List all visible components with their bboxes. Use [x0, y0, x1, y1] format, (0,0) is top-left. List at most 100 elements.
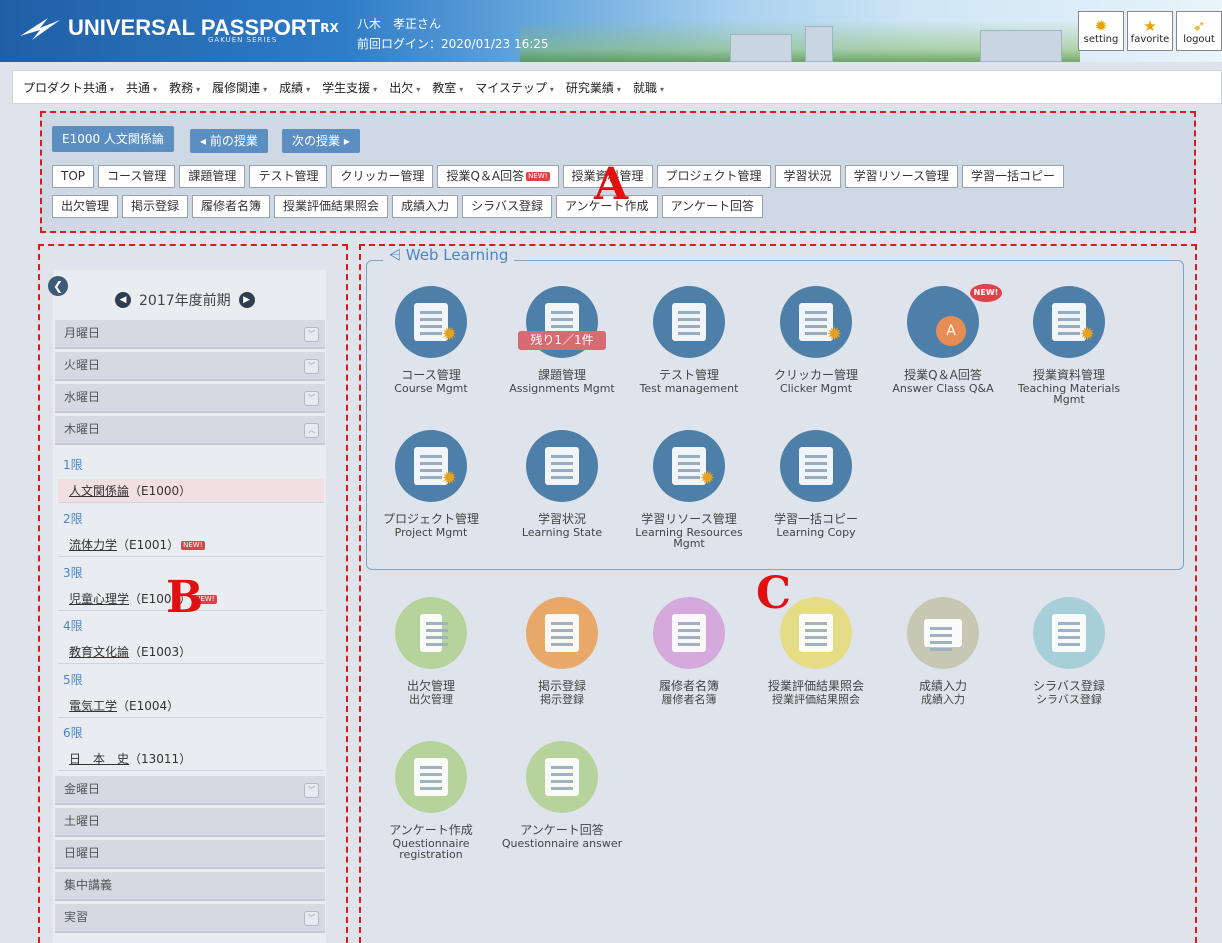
course-item[interactable]: 電気工学（E1004） — [58, 694, 324, 718]
period-3: 3限 — [63, 566, 83, 580]
menu-registration[interactable]: 履修関連 ▾ — [212, 79, 267, 96]
menu-research[interactable]: 研究業績 ▾ — [566, 79, 621, 96]
current-course-button[interactable]: E1000 人文関係論 — [52, 126, 174, 152]
tab-qa-answer[interactable]: 授業Q＆A回答 NEW! — [437, 165, 559, 188]
survey-answer-icon — [526, 741, 598, 813]
course-item[interactable]: 流体力学（E1001） NEW! — [58, 533, 324, 557]
tile-learning-copy[interactable]: 学習一括コピー Learning Copy — [751, 430, 881, 538]
course-item[interactable]: 日 本 史（13011） — [58, 747, 324, 771]
menu-product-common[interactable]: プロダクト共通 ▾ — [23, 79, 114, 96]
prev-term-icon[interactable]: ◀ — [115, 292, 131, 308]
day-sunday[interactable]: 日曜日 — [55, 840, 325, 869]
tab-roster[interactable]: 履修者名簿 — [192, 195, 271, 218]
course-link[interactable]: 教育文化論 — [69, 645, 129, 659]
course-item[interactable]: 教育文化論（E1003） — [58, 640, 324, 664]
period-5: 5限 — [63, 673, 83, 687]
caret-down-icon: ▾ — [616, 84, 621, 94]
last-login: 前回ログイン：2020/01/23 16:25 — [357, 37, 549, 51]
tile-grade-entry[interactable]: 成績入力 成績入力 — [878, 597, 1008, 705]
caret-down-icon: ▾ — [549, 84, 554, 94]
tile-attendance[interactable]: 出欠管理 出欠管理 — [366, 597, 496, 705]
tile-teaching-materials[interactable]: ✹ 授業資料管理 Teaching Materials Mgmt — [1004, 286, 1134, 405]
tile-course-mgmt[interactable]: ✹ コース管理 Course Mgmt — [366, 286, 496, 394]
tab-clicker[interactable]: クリッカー管理 — [331, 165, 434, 188]
tab-notice[interactable]: 掲示登録 — [122, 195, 189, 218]
chevron-down-icon[interactable]: ﹀ — [304, 327, 319, 342]
course-mgmt-icon: ✹ — [395, 286, 467, 358]
tab-evaluation[interactable]: 授業評価結果照会 — [274, 195, 389, 218]
caret-down-icon: ▾ — [659, 84, 664, 94]
menu-student-support[interactable]: 学生支援 ▾ — [322, 79, 377, 96]
day-saturday[interactable]: 土曜日 — [55, 808, 325, 837]
tile-label: コース管理 — [401, 368, 461, 382]
tile-notice[interactable]: 掲示登録 掲示登録 — [497, 597, 627, 705]
tab-survey-answer[interactable]: アンケート回答 — [661, 195, 764, 218]
day-wednesday[interactable]: 水曜日 ﹀ — [55, 384, 325, 413]
logout-button[interactable]: ➶ logout — [1176, 11, 1222, 51]
course-item-selected[interactable]: 人文関係論（E1000） — [58, 479, 324, 503]
tab-assignments[interactable]: 課題管理 — [179, 165, 246, 188]
collapse-left-icon[interactable]: ❮ — [48, 276, 68, 296]
caret-down-icon: ▾ — [373, 84, 378, 94]
day-monday[interactable]: 月曜日 ﹀ — [55, 320, 325, 349]
tab-top[interactable]: TOP — [52, 165, 95, 188]
course-link[interactable]: 日 本 史 — [69, 752, 129, 766]
tile-qa-answer[interactable]: A 授業Q＆A回答 Answer Class Q&A — [878, 286, 1008, 394]
tile-test-mgmt[interactable]: テスト管理 Test management — [624, 286, 754, 394]
course-link[interactable]: 児童心理学 — [69, 592, 129, 606]
tab-grade-entry[interactable]: 成績入力 — [392, 195, 459, 218]
day-friday[interactable]: 金曜日 ﹀ — [55, 776, 325, 805]
caret-down-icon: ▾ — [459, 84, 464, 94]
caret-down-icon: ▾ — [110, 84, 115, 94]
tile-clicker-mgmt[interactable]: ✹ クリッカー管理 Clicker Mgmt — [751, 286, 881, 394]
day-thursday[interactable]: 木曜日 ︿ — [55, 416, 325, 445]
next-term-icon[interactable]: ▶ — [238, 292, 255, 308]
tab-learning-state[interactable]: 学習状況 — [774, 165, 841, 188]
chevron-down-icon[interactable]: ﹀ — [304, 359, 319, 374]
menu-attendance[interactable]: 出欠 ▾ — [389, 79, 420, 96]
materials-icon: ✹ — [1033, 286, 1105, 358]
menu-label: 履修関連 — [212, 80, 261, 95]
new-badge: NEW! — [181, 541, 205, 550]
app-header: UNIVERSAL PASSPORT RX GAKUEN SERIES 八木 孝… — [0, 0, 1222, 62]
logo[interactable]: UNIVERSAL PASSPORT RX — [18, 14, 339, 42]
tile-project-mgmt[interactable]: ✹ プロジェクト管理 Project Mgmt — [366, 430, 496, 538]
tab-attendance[interactable]: 出欠管理 — [52, 195, 119, 218]
course-link[interactable]: 流体力学 — [69, 538, 117, 552]
caret-down-icon: ▾ — [416, 84, 421, 94]
tab-resources[interactable]: 学習リソース管理 — [844, 165, 958, 188]
prev-class-button[interactable]: ◂ 前の授業 — [190, 129, 268, 153]
tab-bulk-copy[interactable]: 学習一括コピー — [961, 165, 1064, 188]
chevron-down-icon[interactable]: ﹀ — [304, 783, 319, 798]
notice-board-icon — [526, 597, 598, 669]
setting-button[interactable]: ✹ setting — [1078, 11, 1124, 51]
menu-classroom[interactable]: 教室 ▾ — [432, 79, 463, 96]
menu-academic-affairs[interactable]: 教務 ▾ — [169, 79, 200, 96]
tile-learning-resources[interactable]: ✹ 学習リソース管理 Learning Resources Mgmt — [624, 430, 754, 549]
day-tuesday[interactable]: 火曜日 ﹀ — [55, 352, 325, 381]
chevron-down-icon[interactable]: ﹀ — [304, 391, 319, 406]
menu-common[interactable]: 共通 ▾ — [126, 79, 157, 96]
tab-syllabus[interactable]: シラバス登録 — [462, 195, 552, 218]
chevron-up-icon[interactable]: ︿ — [304, 423, 319, 438]
menu-career[interactable]: 就職 ▾ — [633, 79, 664, 96]
period-6: 6限 — [63, 726, 83, 740]
tile-survey-answer[interactable]: アンケート回答 Questionnaire answer — [497, 741, 627, 849]
tile-roster[interactable]: 履修者名簿 履修者名簿 — [624, 597, 754, 705]
day-intensive[interactable]: 集中講義 — [55, 872, 325, 901]
tab-test[interactable]: テスト管理 — [249, 165, 328, 188]
next-class-button[interactable]: 次の授業 ▸ — [282, 129, 360, 153]
tab-course-mgmt[interactable]: コース管理 — [98, 165, 176, 188]
favorite-button[interactable]: ★ favorite — [1127, 11, 1173, 51]
menu-grades[interactable]: 成績 ▾ — [279, 79, 310, 96]
chevron-down-icon[interactable]: ﹀ — [304, 911, 319, 926]
tile-survey-create[interactable]: アンケート作成 Questionnaire registration — [366, 741, 496, 860]
tab-project[interactable]: プロジェクト管理 — [656, 165, 771, 188]
tile-syllabus[interactable]: シラバス登録 シラバス登録 — [1004, 597, 1134, 705]
period-2: 2限 — [63, 512, 83, 526]
course-link[interactable]: 電気工学 — [69, 699, 117, 713]
menu-mystep[interactable]: マイステップ ▾ — [475, 79, 554, 96]
tile-learning-state[interactable]: 学習状況 Learning State — [497, 430, 627, 538]
day-practicum[interactable]: 実習 ﹀ — [55, 904, 325, 933]
course-link[interactable]: 人文関係論 — [69, 484, 129, 498]
